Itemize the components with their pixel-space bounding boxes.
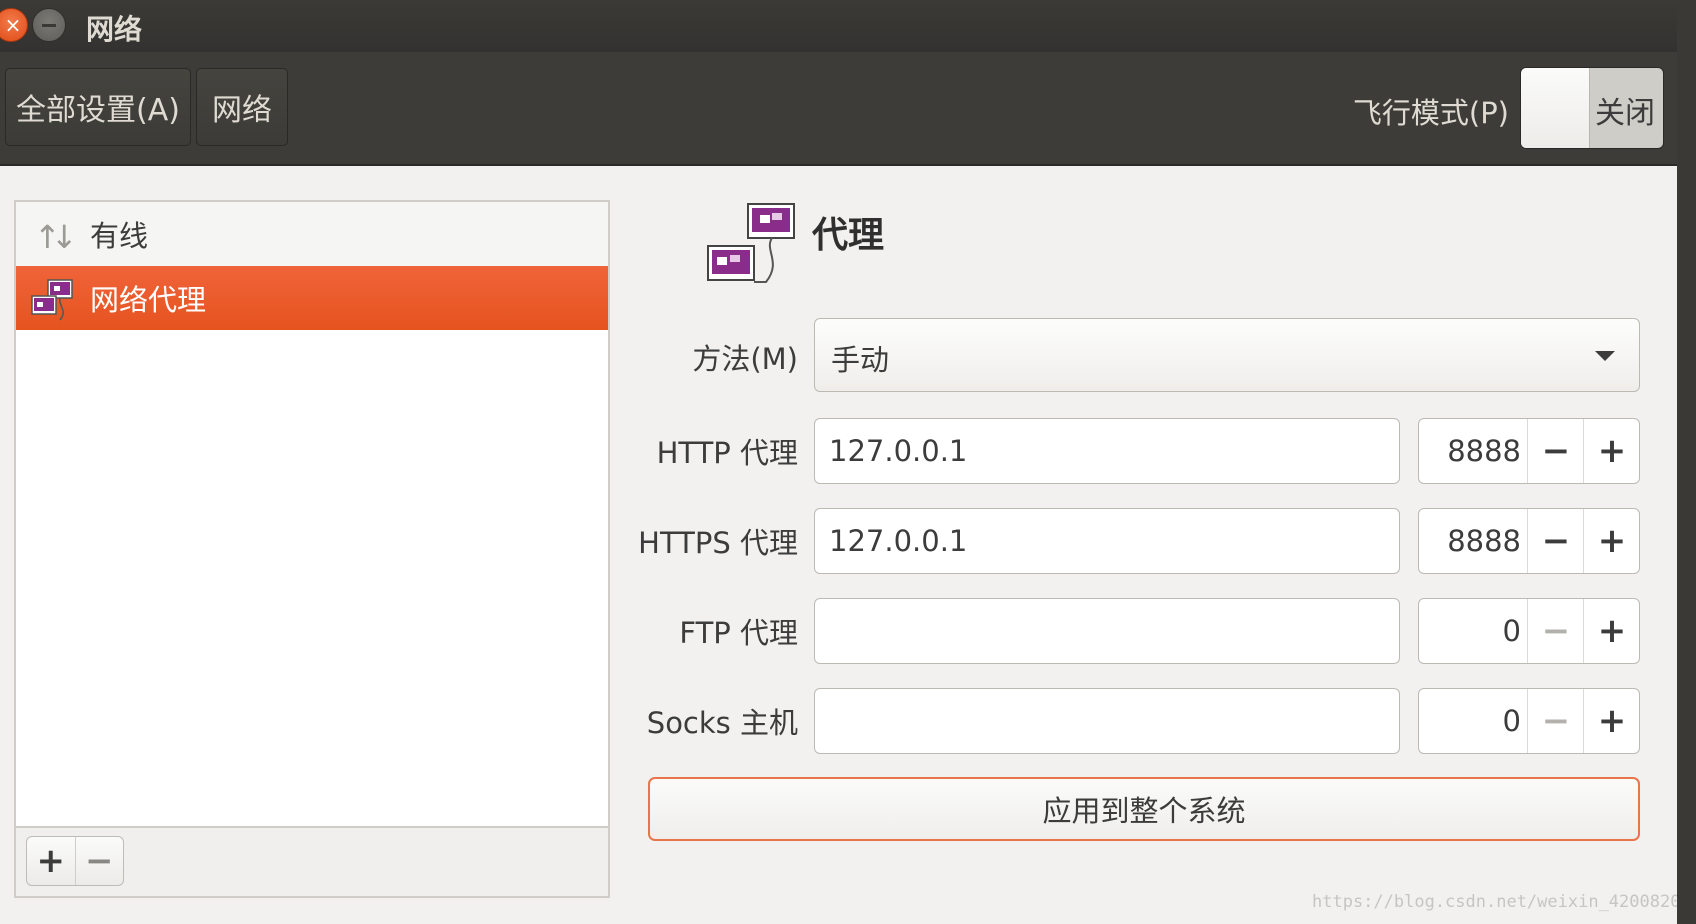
socks-host-label: Socks 主机	[646, 706, 798, 740]
increment-button[interactable]: +	[1583, 419, 1639, 483]
connection-list: ↑↓ 有线 网络代理 + −	[14, 200, 610, 898]
switch-state-label: 关闭	[1595, 96, 1655, 131]
title-bar: × 网络	[0, 0, 1677, 52]
minimize-icon	[42, 23, 56, 27]
ftp-host-input[interactable]	[814, 598, 1400, 664]
https-proxy-label: HTTPS 代理	[638, 526, 798, 560]
list-button-group: + −	[26, 836, 124, 886]
sidebar-item-wired[interactable]: ↑↓ 有线	[16, 202, 608, 267]
increment-button[interactable]: +	[1583, 689, 1639, 753]
apply-system-wide-button[interactable]: 应用到整个系统	[648, 777, 1640, 841]
close-icon: ×	[4, 13, 22, 37]
socks-port-value[interactable]: 0	[1419, 689, 1527, 753]
https-port-stepper: 8888 − +	[1418, 508, 1640, 574]
airplane-mode-label: 飞行模式(P)	[1352, 96, 1509, 130]
method-label: 方法(M)	[692, 342, 798, 376]
https-port-value[interactable]: 8888	[1419, 509, 1527, 573]
sidebar-item-label: 网络代理	[90, 283, 207, 317]
breadcrumb-network[interactable]: 网络	[196, 68, 288, 146]
ftp-port-stepper: 0 − +	[1418, 598, 1640, 664]
network-proxy-icon	[707, 203, 795, 283]
minimize-window-button[interactable]	[32, 8, 66, 42]
network-proxy-icon	[31, 279, 73, 321]
increment-button[interactable]: +	[1583, 599, 1639, 663]
page-title: 代理	[812, 215, 885, 256]
increment-button[interactable]: +	[1583, 509, 1639, 573]
decrement-button[interactable]: −	[1527, 419, 1584, 483]
socks-port-stepper: 0 − +	[1418, 688, 1640, 754]
sidebar-item-label: 有线	[90, 219, 149, 253]
sidebar-item-network-proxy[interactable]: 网络代理	[16, 266, 608, 330]
window-title: 网络	[86, 13, 143, 46]
breadcrumb-all-settings[interactable]: 全部设置(A)	[5, 68, 191, 146]
decrement-button[interactable]: −	[1527, 509, 1584, 573]
https-host-input[interactable]: 127.0.0.1	[814, 508, 1400, 574]
ftp-proxy-label: FTP 代理	[679, 616, 798, 650]
method-value: 手动	[831, 343, 890, 377]
header-bar: 全部设置(A) 网络 飞行模式(P) 关闭	[0, 52, 1677, 166]
close-window-button[interactable]: ×	[0, 8, 28, 42]
chevron-down-icon	[1595, 351, 1615, 361]
switch-knob[interactable]	[1521, 68, 1590, 148]
list-toolbar: + −	[16, 826, 608, 896]
http-host-input[interactable]: 127.0.0.1	[814, 418, 1400, 484]
http-proxy-label: HTTP 代理	[656, 436, 798, 470]
watermark: https://blog.csdn.net/weixin_42008209	[1312, 892, 1691, 912]
http-port-value[interactable]: 8888	[1419, 419, 1527, 483]
wired-arrows-icon: ↑↓	[34, 218, 78, 256]
add-connection-button[interactable]: +	[27, 837, 75, 885]
decrement-button[interactable]: −	[1527, 689, 1584, 753]
decrement-button[interactable]: −	[1527, 599, 1584, 663]
ftp-port-value[interactable]: 0	[1419, 599, 1527, 663]
remove-connection-button[interactable]: −	[74, 837, 124, 885]
socks-host-input[interactable]	[814, 688, 1400, 754]
method-select[interactable]: 手动	[814, 318, 1640, 392]
window-edge	[1677, 0, 1696, 924]
http-port-stepper: 8888 − +	[1418, 418, 1640, 484]
airplane-mode-switch[interactable]: 关闭	[1520, 67, 1664, 149]
